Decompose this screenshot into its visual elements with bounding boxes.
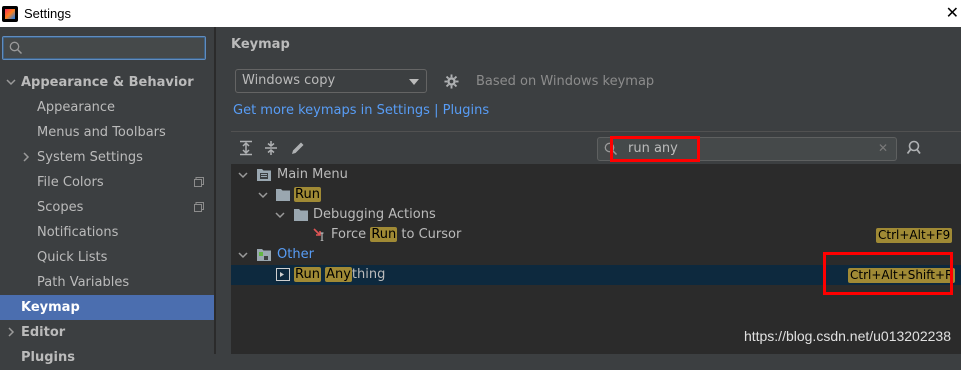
sidebar-item-keymap[interactable]: Keymap <box>0 295 214 320</box>
find-by-shortcut-icon[interactable] <box>906 140 924 156</box>
collapse-all-icon[interactable] <box>263 140 279 156</box>
search-icon <box>9 41 23 55</box>
clear-search-icon[interactable]: ✕ <box>878 141 888 155</box>
search-highlight: Any <box>325 267 352 282</box>
sidebar-item-label: System Settings <box>37 150 143 165</box>
tree-row-label: Force <box>331 227 371 242</box>
sidebar-item-appearance[interactable]: Appearance <box>0 95 214 120</box>
sidebar-item-label: Keymap <box>21 300 80 315</box>
sidebar-item-label: Appearance & Behavior <box>21 75 194 90</box>
dropdown-arrow-icon <box>409 79 419 85</box>
page-title: Keymap <box>231 37 290 52</box>
folder-icon <box>276 189 290 201</box>
keymap-select-value: Windows copy <box>242 73 336 88</box>
sidebar-item-label: Path Variables <box>37 275 130 290</box>
sidebar-item-scopes[interactable]: Scopes <box>0 195 214 220</box>
keymap-panel: Keymap Windows copy Based on Windows key… <box>216 27 961 354</box>
run-to-cursor-icon <box>313 228 324 241</box>
divider <box>231 131 961 132</box>
sidebar-item-label: Editor <box>21 325 66 340</box>
annotation-box <box>610 136 700 162</box>
sidebar-item-editor[interactable]: Editor <box>0 320 214 345</box>
tree-row-label: thing <box>351 267 386 282</box>
sidebar-item-file-colors[interactable]: File Colors <box>0 170 214 195</box>
sidebar-item-label: Notifications <box>37 225 119 240</box>
sidebar-item-appearance-behavior[interactable]: Appearance & Behavior <box>0 70 214 95</box>
sidebar-item-label: File Colors <box>37 175 104 190</box>
shortcut-badge: Ctrl+Alt+F9 <box>876 228 953 243</box>
chevron-down-icon <box>6 79 16 86</box>
window-titlebar: Settings ✕ <box>0 0 961 27</box>
tree-row-label: to Cursor <box>397 227 462 242</box>
project-scope-icon <box>194 177 204 187</box>
edit-pencil-icon[interactable] <box>290 140 306 156</box>
keymap-select[interactable]: Windows copy <box>235 69 427 93</box>
intellij-logo-icon <box>2 5 18 22</box>
chevron-down-icon <box>258 192 268 199</box>
annotation-box <box>823 252 953 295</box>
watermark: https://blog.csdn.net/u013202238 <box>743 328 951 344</box>
tree-row-label: Other <box>277 247 314 262</box>
window-title: Settings <box>24 6 71 21</box>
chevron-right-icon <box>8 327 15 337</box>
chevron-down-icon <box>275 212 285 219</box>
search-highlight: Run <box>294 187 321 202</box>
sidebar-item-label: Quick Lists <box>37 250 108 265</box>
sidebar-item-label: Plugins <box>21 350 75 365</box>
sidebar-item-plugins[interactable]: Plugins <box>0 345 214 370</box>
search-highlight: Run <box>370 227 398 242</box>
tree-row-label: Debugging Actions <box>313 207 436 222</box>
sidebar-item-label: Scopes <box>37 200 84 215</box>
based-on-label: Based on Windows keymap <box>476 74 655 89</box>
folder-icon <box>294 209 308 221</box>
sidebar-item-menus-toolbars[interactable]: Menus and Toolbars <box>0 120 214 145</box>
chevron-down-icon <box>238 172 248 179</box>
tree-row-label: Main Menu <box>277 167 348 182</box>
sidebar-item-quick-lists[interactable]: Quick Lists <box>0 245 214 270</box>
tree-row-force-run-to-cursor[interactable]: Force Run to Cursor Ctrl+Alt+F9 <box>231 225 961 245</box>
run-anything-icon <box>276 268 290 281</box>
project-scope-icon <box>194 202 204 212</box>
chevron-right-icon <box>23 152 30 162</box>
tree-row-debugging-actions[interactable]: Debugging Actions <box>231 205 961 225</box>
expand-all-icon[interactable] <box>238 140 254 156</box>
search-highlight: Run <box>294 267 321 282</box>
tree-row-main-menu[interactable]: Main Menu <box>231 165 961 185</box>
sidebar-item-label: Menus and Toolbars <box>37 125 166 140</box>
other-group-icon <box>257 249 271 261</box>
get-more-keymaps-link[interactable]: Get more keymaps in Settings | Plugins <box>233 103 489 118</box>
sidebar-item-path-variables[interactable]: Path Variables <box>0 270 214 295</box>
settings-sidebar: Appearance & Behavior Appearance Menus a… <box>0 27 214 365</box>
tree-row-run[interactable]: Run <box>231 185 961 205</box>
gear-icon[interactable] <box>444 74 459 89</box>
menu-folder-icon <box>257 169 271 181</box>
sidebar-item-label: Appearance <box>37 100 116 115</box>
sidebar-item-notifications[interactable]: Notifications <box>0 220 214 245</box>
sidebar-item-system-settings[interactable]: System Settings <box>0 145 214 170</box>
chevron-down-icon <box>238 252 248 259</box>
close-icon[interactable]: ✕ <box>946 3 959 22</box>
settings-search-input[interactable] <box>2 36 206 60</box>
